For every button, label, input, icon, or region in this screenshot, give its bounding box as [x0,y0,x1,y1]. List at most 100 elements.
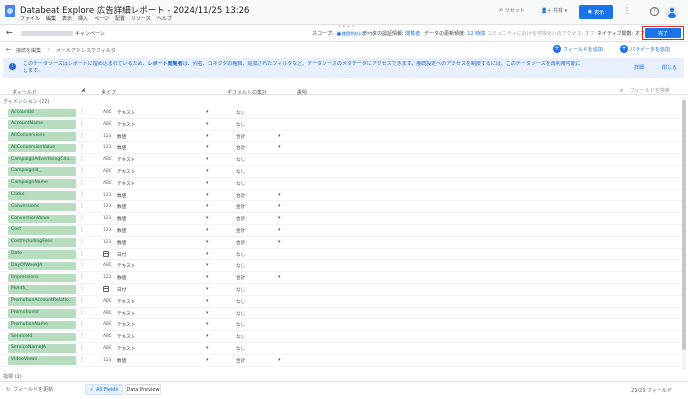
more-vert-icon[interactable]: ⋮ [79,309,85,316]
chevron-down-icon[interactable]: ▾ [206,109,209,115]
more-vert-icon[interactable]: ⋮ [79,285,85,292]
chevron-down-icon[interactable]: ▾ [206,215,209,221]
chevron-down-icon[interactable]: ▾ [278,133,281,139]
dimension-field-name[interactable]: Clicks [8,191,76,200]
freshness-link[interactable]: 12 時間 [467,31,485,37]
refresh-fields-button[interactable]: ↻ フィールドを更新 [6,386,53,394]
dimension-field-name[interactable]: AccountName [8,120,76,129]
chevron-down-icon[interactable]: ▾ [206,333,209,339]
chevron-down-icon[interactable]: ▾ [278,215,281,221]
credentials-link[interactable]: 閲覧者 [405,31,420,37]
field-type-select[interactable]: テキスト [117,322,135,328]
field-type-select[interactable]: 数値 [117,204,126,210]
chevron-down-icon[interactable]: ▾ [206,121,209,127]
edit-connection-link[interactable]: 接続を編集 [16,47,41,54]
aggregation-select[interactable]: 合計 [236,145,245,151]
finish-button[interactable]: 完了 [645,28,681,38]
field-search-input[interactable]: フィールドを検索 [630,87,670,94]
looker-studio-logo-icon[interactable] [5,5,15,17]
chevron-down-icon[interactable]: ▾ [278,357,281,363]
dimension-field-name[interactable]: CampaignAdvertisingCha... [8,155,76,165]
chevron-down-icon[interactable]: ▾ [206,321,209,327]
menu-arrange[interactable]: 配置 [115,15,125,22]
chevron-down-icon[interactable]: ▾ [278,144,281,150]
more-vert-icon[interactable]: ⋮ [79,320,85,327]
dimension-field-name[interactable]: VideoViews [8,356,76,365]
chevron-down-icon[interactable]: ▾ [278,227,281,233]
chevron-down-icon[interactable]: ▾ [206,239,209,245]
add-parameter-button[interactable]: + パラメータを追加 [620,45,670,53]
filter-by-email-link[interactable]: メールアドレスでフィルタ [56,47,116,54]
chevron-down-icon[interactable]: ▾ [206,180,209,186]
arrow-back-icon[interactable]: ← [6,46,11,53]
dimension-field-name[interactable]: AllConversions [8,132,76,141]
field-type-select[interactable]: 数値 [117,145,126,151]
aggregation-select[interactable]: 合計 [236,216,245,222]
more-vert-icon[interactable]: ⋮ [79,344,85,351]
field-type-select[interactable]: 日付 [117,252,126,258]
more-vert-icon[interactable]: ⋮ [79,297,85,304]
help-icon[interactable]: ? [650,7,659,16]
more-vert-icon[interactable]: ⋮ [79,179,85,186]
chevron-down-icon[interactable]: ▾ [206,192,209,198]
field-type-select[interactable]: テキスト [117,157,135,163]
aggregation-select[interactable]: 合計 [236,193,245,199]
field-type-select[interactable]: テキスト [117,334,135,340]
dimension-field-name[interactable]: ServiceNameJA [8,344,76,353]
more-vert-icon[interactable]: ⋮ [79,202,85,209]
chevron-down-icon[interactable]: ▾ [206,133,209,139]
field-type-select[interactable]: テキスト [117,346,135,352]
more-vert-icon[interactable]: ⋮ [79,356,85,363]
dimension-field-name[interactable]: ServiceId [8,332,76,342]
more-vert-icon[interactable]: ⋮ [79,273,85,280]
reset-button[interactable]: ↶ リセット [499,7,525,14]
more-vert-icon[interactable]: ⋮ [79,167,85,174]
field-type-select[interactable]: 数値 [117,193,126,199]
chevron-down-icon[interactable]: ▾ [206,286,209,292]
dimension-field-name[interactable]: Conversions [8,202,76,212]
aggregation-select[interactable]: 合計 [236,240,245,246]
aggregation-select[interactable]: 合計 [236,358,245,364]
chevron-down-icon[interactable]: ▾ [278,192,281,198]
aggregation-select[interactable]: 合計 [236,204,245,210]
view-button[interactable]: ◉ 表示 [579,5,613,19]
dimension-field-name[interactable]: CampaignId_ [8,167,76,176]
field-type-select[interactable]: 数値 [117,275,126,281]
dimension-field-name[interactable]: PromotionId [8,309,76,318]
field-type-select[interactable]: 数値 [117,134,126,140]
dimension-field-name[interactable]: CostIncludingFees [8,238,76,247]
chevron-down-icon[interactable]: ▾ [206,298,209,304]
chevron-down-icon[interactable]: ▾ [206,227,209,233]
dimension-field-name[interactable]: Date [8,250,76,259]
more-vert-icon[interactable]: ⋮ [79,155,85,162]
add-field-button[interactable]: + フィールドを追加 [553,45,603,53]
chevron-down-icon[interactable]: ▾ [278,203,281,209]
drag-handle-icon[interactable]: • • • • [338,24,355,30]
menu-edit[interactable]: 編集 [46,15,56,22]
more-vert-icon[interactable]: ⋮ [79,238,85,245]
chevron-down-icon[interactable]: ▾ [206,203,209,209]
dimension-field-name[interactable]: Month_ [8,285,76,294]
field-type-select[interactable]: テキスト [117,311,135,317]
field-type-select[interactable]: 数値 [117,358,126,364]
arrow-back-icon[interactable]: ← [6,28,13,37]
menu-insert[interactable]: 挿入 [78,15,88,22]
menu-file[interactable]: ファイル [20,15,40,22]
dimension-field-name[interactable]: AllConversionValue [8,143,76,153]
share-button[interactable]: 👤+ 共有 ▾ [541,7,567,14]
chevron-down-icon[interactable]: ▾ [206,262,209,268]
dimension-field-name[interactable]: AccountId [8,108,76,117]
scrollbar-thumb[interactable] [682,100,686,350]
more-vert-icon[interactable]: ⋮ [79,132,85,139]
tab-data-preview[interactable]: Data Preview [125,384,161,395]
datasource-name[interactable]: キャンペーン [75,30,105,37]
avatar[interactable] [666,6,678,18]
more-vert-icon[interactable]: ⋮ [79,120,85,127]
chevron-down-icon[interactable]: ▾ [206,251,209,257]
dimension-field-name[interactable]: DayOfWeekJA [8,261,76,271]
field-type-select[interactable]: テキスト [117,169,135,175]
field-type-select[interactable]: 数値 [117,240,126,246]
field-type-select[interactable]: 数値 [117,216,126,222]
more-vert-icon[interactable]: ⋮ [79,191,85,198]
aggregation-select[interactable]: 合計 [236,228,245,234]
